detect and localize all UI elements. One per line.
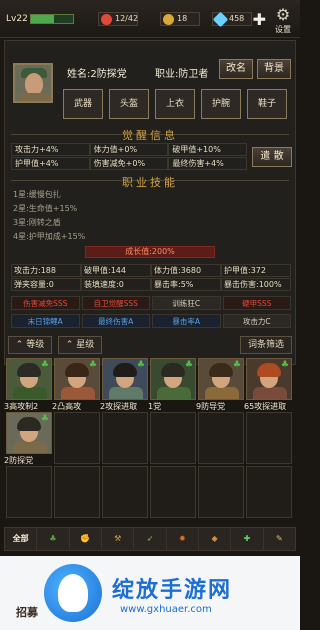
hero-card[interactable]: ♣ [246, 358, 292, 400]
leaf-icon: ♣ [184, 360, 193, 370]
empty-hero-slot[interactable] [198, 466, 244, 518]
equip-helmet[interactable]: 头盔 [109, 89, 149, 119]
growth-value: 成长值:200% [85, 246, 215, 258]
skills-title: 职业技能 [122, 176, 178, 189]
trait-row: 末日锦鲤A 最终伤害A 暴击率A 攻击力C [11, 314, 291, 328]
top-status-bar: Lv22 12/42 18 458 ✚ ⚙ 设置 [0, 0, 300, 38]
hero-portrait [13, 63, 53, 103]
hero-name: 姓名:2防探党 [67, 69, 127, 80]
sort-arrow-icon: ⌃ [15, 340, 24, 350]
heart-icon [101, 14, 112, 25]
hero-detail-panel: 姓名:2防探党 职业:防卫者 改名 背景 武器 头盔 上衣 护腕 鞋子 觉醒信息… [4, 40, 296, 365]
hero-card-name: 2凸高攻 [52, 402, 82, 411]
empty-hero-slot[interactable] [102, 412, 148, 464]
trait-tag: 自卫觉醒SSS [81, 296, 150, 310]
leaf-icon: ♣ [40, 414, 49, 424]
shield-icon[interactable]: ◆ [199, 528, 232, 550]
leaf-icon: ♣ [280, 360, 289, 370]
octopus-logo-icon [44, 564, 102, 622]
empty-hero-slot[interactable] [198, 412, 244, 464]
stat-row: 攻击力:188 破甲值:144 体力值:3680 护甲值:372 [11, 264, 291, 277]
category-all[interactable]: 全部 [5, 528, 38, 550]
empty-hero-slot[interactable] [150, 466, 196, 518]
stamina-counter: 12/42 [98, 12, 138, 26]
tree-icon[interactable]: ♣ [37, 528, 70, 550]
hero-card-name: 2防探党 [4, 456, 34, 465]
watermark-banner: 绽放手游网 www.gxhuaer.com [0, 556, 300, 630]
empty-hero-slot[interactable] [6, 466, 52, 518]
entry-filter-button[interactable]: 词条筛选 [240, 336, 292, 354]
trait-tag: 硬甲SSS [222, 296, 291, 310]
arm-icon[interactable]: ✊ [70, 528, 102, 550]
diamond-icon [212, 11, 229, 28]
empty-hero-slot[interactable] [150, 412, 196, 464]
hero-card[interactable]: ♣ [54, 358, 100, 400]
sort-arrow-icon: ⌃ [65, 340, 74, 350]
hero-card-name: 2攻探进取 [100, 402, 138, 411]
settings-button[interactable]: ⚙ 设置 [270, 6, 296, 36]
medkit-icon[interactable]: ✚ [231, 528, 264, 550]
rifle-icon[interactable]: ➶ [134, 528, 167, 550]
exp-bar [30, 14, 74, 24]
trait-tag: 最终伤害A [81, 314, 150, 328]
leaf-icon: ♣ [40, 360, 49, 370]
empty-hero-slot[interactable] [102, 466, 148, 518]
diamond-counter: 458 [212, 11, 252, 28]
gold-icon [163, 14, 174, 25]
category-bar: 全部 ♣ ✊ ⚒ ➶ ✹ ◆ ✚ ✎ [4, 527, 296, 551]
skill-item: 2星:生命值+15% [13, 204, 78, 213]
hero-card-name: 9防导党 [196, 402, 226, 411]
empty-hero-slot[interactable] [54, 412, 100, 464]
sort-star-button[interactable]: ⌃ 星级 [58, 336, 102, 354]
hero-card[interactable]: ♣ [102, 358, 148, 400]
leaf-icon: ♣ [88, 360, 97, 370]
wrench-icon[interactable]: ✎ [264, 528, 295, 550]
awaken-title: 觉醒信息 [122, 129, 178, 142]
equip-weapon[interactable]: 武器 [63, 89, 103, 119]
hero-card-name: 65攻探进取 [244, 402, 287, 411]
watermark-title: 绽放手游网 [112, 578, 233, 603]
dismiss-button[interactable]: 遣 散 [252, 147, 292, 167]
trait-row: 伤害减免SSS 自卫觉醒SSS 训练狂C 硬甲SSS [11, 296, 291, 310]
gold-counter: 18 [160, 12, 200, 26]
rename-button[interactable]: 改名 [219, 59, 253, 79]
skill-item: 3星:刚转之盾 [13, 218, 61, 227]
skill-item: 4星:护甲加成+15% [13, 232, 86, 241]
empty-hero-slot[interactable] [246, 412, 292, 464]
watermark-url: www.gxhuaer.com [120, 604, 212, 615]
hammer-icon[interactable]: ⚒ [102, 528, 135, 550]
leaf-icon: ♣ [232, 360, 241, 370]
hero-card-name: 3高攻制2 [4, 402, 39, 411]
sort-level-button[interactable]: ⌃ 等级 [8, 336, 52, 354]
trait-tag: 末日锦鲤A [11, 314, 80, 328]
hero-card[interactable]: ♣ [198, 358, 244, 400]
hero-card[interactable]: ♣ [150, 358, 196, 400]
leaf-icon: ♣ [136, 360, 145, 370]
add-icon[interactable]: ✚ [253, 10, 266, 29]
hero-job: 职业:防卫者 [155, 69, 209, 80]
equip-shoes[interactable]: 鞋子 [247, 89, 287, 119]
hero-card[interactable]: ♣ [6, 412, 52, 454]
awaken-row: 护甲值+4% 伤害减免+0% 最终伤害+4% [11, 157, 248, 170]
recruit-button[interactable]: 招募 [16, 604, 38, 620]
awaken-row: 攻击力+4% 体力值+0% 破甲值+10% [11, 143, 248, 156]
equip-bracer[interactable]: 护腕 [201, 89, 241, 119]
hero-card-name: 1党 [148, 402, 162, 411]
empty-hero-slot[interactable] [54, 466, 100, 518]
stat-row: 弹夹容量:0 装填速度:0 暴击率:5% 暴击伤害:100% [11, 278, 291, 291]
player-level: Lv22 [6, 14, 28, 24]
skill-item: 1星:缓慢包扎 [13, 190, 61, 199]
trait-tag: 暴击率A [152, 314, 221, 328]
trait-tag: 训练狂C [152, 296, 221, 310]
background-button[interactable]: 背景 [257, 59, 291, 79]
fire-icon[interactable]: ✹ [167, 528, 199, 550]
empty-hero-slot[interactable] [246, 466, 292, 518]
hero-grid: ♣ 3高攻制2 ♣ 2凸高攻 ♣ 2攻探进取 ♣ 1党 ♣ 9防导党 ♣ 65攻探进取 ♣ 2防探党 [4, 358, 296, 528]
equip-top[interactable]: 上衣 [155, 89, 195, 119]
trait-tag: 攻击力C [222, 314, 291, 328]
hero-card[interactable]: ♣ [6, 358, 52, 400]
gear-icon: ⚙ [275, 5, 291, 24]
trait-tag: 伤害减免SSS [11, 296, 80, 310]
